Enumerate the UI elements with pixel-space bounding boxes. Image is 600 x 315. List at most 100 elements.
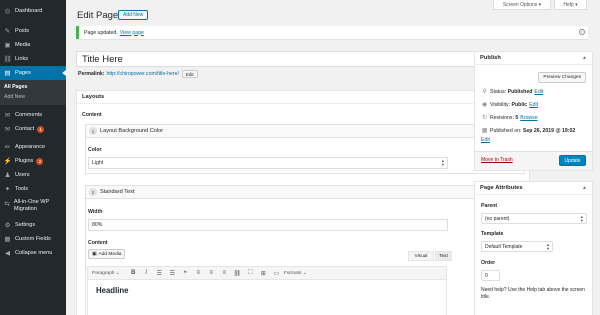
layout-block-header[interactable]: 2 Standard Text ▲ [86, 186, 524, 199]
select-arrows-icon: ▴ ▾ [580, 214, 583, 223]
published-value: Sep 26, 2019 @ 19:02 [522, 128, 576, 134]
caret-up-icon[interactable]: ▲ [582, 55, 587, 61]
page-attributes-header[interactable]: Page Attributes ▲ [475, 182, 592, 195]
calendar-icon: ▦ [481, 128, 488, 134]
add-media-button[interactable]: ▣ Add Media [88, 249, 126, 259]
sidebar-item-settings[interactable]: ⚙ Settings [0, 218, 66, 232]
sidebar-item-users[interactable]: ♟ Users [0, 168, 66, 182]
sidebar-item-plugins[interactable]: ⚡ Plugins 2 [0, 154, 66, 168]
permalink-url[interactable]: http://chiropower.com/title-here/ [107, 71, 179, 77]
permalink-row: Permalink: http://chiropower.com/title-h… [78, 70, 198, 78]
layout-block-title: Layout Background Color [100, 128, 164, 134]
preview-changes-button[interactable]: Preview Changes [538, 72, 586, 83]
sidebar-item-custom-fields[interactable]: ▦ Custom Fields [0, 232, 66, 246]
paragraph-format-select[interactable]: Paragraph ⌄ [92, 267, 120, 279]
parent-select[interactable]: (no parent) ▴ ▾ [481, 213, 587, 224]
sidebar-item-label: Users [15, 172, 30, 178]
count-badge: 2 [36, 157, 44, 165]
pages-submenu: All Pages Add New [0, 80, 66, 105]
color-select[interactable]: Light ▴ ▾ [88, 157, 448, 169]
publish-header[interactable]: Publish ▲ [475, 52, 592, 65]
view-page-link[interactable]: View page [120, 30, 144, 36]
table-icon[interactable]: ⊞ [258, 267, 269, 279]
browse-revisions-link[interactable]: Browse [520, 115, 537, 121]
paragraph-label: Paragraph [92, 270, 115, 276]
width-input[interactable]: 80% [88, 219, 448, 231]
pages-icon: ▤ [4, 70, 11, 77]
media-icon: ▣ [4, 42, 11, 49]
collapse-icon: ◀ [5, 250, 10, 257]
width-label: Width [88, 209, 103, 215]
status-edit-link[interactable]: Edit [534, 89, 543, 95]
bold-icon[interactable]: B [128, 267, 139, 279]
sidebar-item-pages[interactable]: ▤ Pages [0, 66, 66, 80]
color-label: Color [88, 147, 102, 153]
order-input[interactable]: 0 [481, 270, 500, 281]
post-title-input[interactable]: Title Here [76, 51, 530, 67]
italic-icon[interactable]: I [141, 267, 152, 279]
sidebar-item-posts[interactable]: ✎ Posts [0, 24, 66, 38]
add-new-button[interactable]: Add New [118, 10, 149, 20]
layouts-title: Layouts [82, 94, 105, 100]
revisions-value: 5 [515, 115, 519, 121]
help-tab[interactable]: Help ▾ [554, 0, 587, 10]
bullet-list-icon[interactable]: ☰ [154, 267, 165, 279]
publish-title: Publish [480, 55, 501, 61]
move-to-trash-link[interactable]: Move to Trash [481, 157, 513, 163]
visibility-edit-link[interactable]: Edit [529, 102, 538, 108]
sidebar-item-contact[interactable]: ✉ Contact 1 [0, 122, 66, 136]
envelope-icon: ✉ [4, 126, 11, 133]
screen-options-tab[interactable]: Screen Options ▾ [493, 0, 551, 10]
sidebar-item-label: Settings [15, 222, 36, 228]
select-arrows-icon: ▴ ▾ [546, 242, 549, 251]
link-icon[interactable]: ⛓ [232, 267, 243, 279]
template-select[interactable]: Default Template ▴ ▾ [481, 241, 553, 252]
sidebar-item-media[interactable]: ▣ Media [0, 38, 66, 52]
sidebar-item-links[interactable]: ⛓ Links [0, 52, 66, 66]
select-arrows-icon: ▴ ▾ [441, 158, 444, 167]
published-edit-row: Edit [481, 137, 490, 143]
sidebar-item-migration[interactable]: ⇆ All-in-One WP Migration [0, 196, 66, 218]
visibility-row: ◉ Visibility: Public Edit [481, 102, 538, 108]
submenu-add-new[interactable]: Add New [0, 92, 66, 102]
layouts-header[interactable]: Layouts ▲ [77, 91, 529, 104]
sidebar-item-comments[interactable]: ✉ Comments [0, 108, 66, 122]
status-row: ⚲ Status: Published Edit [481, 89, 543, 95]
collapse-menu-button[interactable]: ◀ Collapse menu [0, 246, 66, 260]
status-value: Published [507, 89, 533, 95]
formats-select[interactable]: Formats ⌄ [284, 267, 307, 279]
sidebar-item-label: Custom Fields [15, 236, 51, 242]
sidebar-item-label: All-in-One WP Migration [13, 199, 50, 212]
fullscreen-icon[interactable]: ⛶ [245, 267, 256, 279]
toolbar-toggle-icon[interactable]: ▭ [271, 267, 282, 279]
page-attributes-metabox: Page Attributes ▲ Parent (no parent) ▴ ▾ … [474, 181, 593, 315]
sidebar-item-dashboard[interactable]: ◎ Dashboard [0, 4, 66, 18]
update-button[interactable]: Update [559, 155, 586, 166]
layout-block-header[interactable]: 1 Layout Background Color ▲ [86, 125, 524, 138]
published-edit-link[interactable]: Edit [481, 137, 490, 143]
tab-visual[interactable]: Visual [408, 251, 434, 261]
edit-slug-button[interactable]: Edit [181, 70, 198, 78]
editor-body[interactable]: Headline [87, 280, 447, 315]
submenu-all-pages[interactable]: All Pages [0, 82, 66, 92]
align-center-icon[interactable]: ≡ [206, 267, 217, 279]
sidebar-item-label: Comments [15, 112, 43, 118]
blockquote-icon[interactable]: ❝ [180, 267, 191, 279]
published-row: ▦ Published on: Sep 26, 2019 @ 19:02 [481, 128, 576, 134]
sidebar-item-label: Pages [15, 70, 31, 76]
comment-icon: ✉ [4, 112, 11, 119]
align-right-icon[interactable]: ≡ [219, 267, 230, 279]
tab-text[interactable]: Text [435, 251, 452, 261]
visibility-value: Public [511, 102, 528, 108]
editor-heading-text: Headline [96, 286, 129, 295]
caret-up-icon[interactable]: ▲ [582, 185, 587, 191]
formats-label: Formats [283, 270, 302, 276]
dismiss-icon[interactable]: × [579, 29, 585, 35]
sidebar-item-tools[interactable]: ✦ Tools [0, 182, 66, 196]
sidebar-item-appearance[interactable]: ✏ Appearance [0, 140, 66, 154]
publish-metabox: Publish ▲ Preview Changes ⚲ Status: Publ… [474, 51, 593, 171]
order-label: Order [481, 260, 496, 266]
align-left-icon[interactable]: ≡ [193, 267, 204, 279]
numbered-list-icon[interactable]: ☰ [167, 267, 178, 279]
layouts-metabox: Layouts ▲ Content 1 Layout Background Co… [76, 90, 530, 315]
